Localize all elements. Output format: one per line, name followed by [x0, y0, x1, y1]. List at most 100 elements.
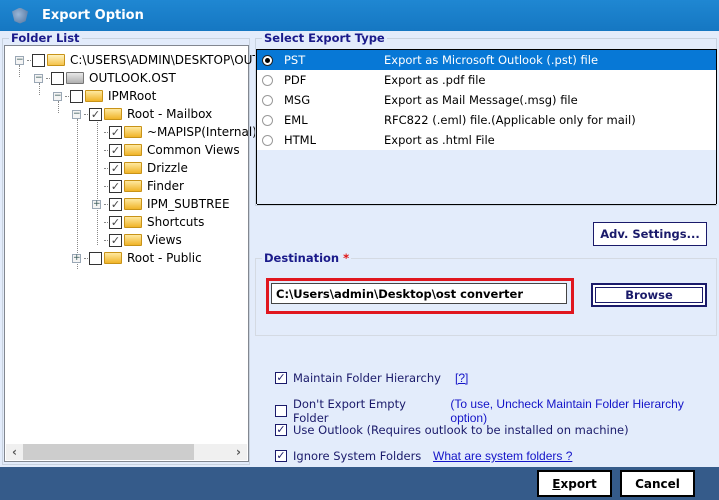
tree-checkbox[interactable]: ✓: [109, 215, 122, 229]
tree-node-outlook-ost[interactable]: − OUTLOOK.OST: [34, 69, 176, 87]
tree-checkbox[interactable]: ✓: [109, 179, 122, 193]
option-dont-export-empty-folder[interactable]: Don't Export Empty Folder (To use, Unche…: [275, 397, 719, 425]
tree-node-shortcuts[interactable]: ✓ Shortcuts: [92, 213, 204, 231]
radio-button[interactable]: [262, 74, 273, 86]
export-description: Export as Microsoft Outlook (.pst) file: [384, 53, 599, 67]
folder-icon: [124, 126, 142, 138]
checkbox-unchecked[interactable]: [275, 405, 287, 417]
tree-node-common-views[interactable]: ✓ Common Views: [92, 141, 240, 159]
export-option-pdf[interactable]: PDF Export as .pdf file: [257, 70, 716, 90]
tree-node-drizzle[interactable]: ✓ Drizzle: [92, 159, 188, 177]
option-use-outlook[interactable]: ✓ Use Outlook (Requires outlook to be in…: [275, 423, 629, 437]
tree-checkbox[interactable]: [32, 53, 45, 67]
checkbox-checked[interactable]: ✓: [275, 372, 287, 384]
tree-guide-line: [77, 119, 78, 269]
tree-node-label: Root - Public: [127, 251, 202, 265]
collapse-icon[interactable]: −: [72, 109, 81, 119]
tree-checkbox[interactable]: ✓: [109, 143, 122, 157]
export-option-msg[interactable]: MSG Export as Mail Message(.msg) file: [257, 90, 716, 110]
folder-icon: [124, 180, 142, 192]
tree-node-label: Root - Mailbox: [127, 107, 213, 121]
option-ignore-system-folders[interactable]: ✓ Ignore System Folders What are system …: [275, 449, 572, 463]
export-button-label: Export: [552, 476, 597, 491]
tree-node-label: IPMRoot: [108, 89, 157, 103]
scroll-left-icon[interactable]: ‹: [6, 445, 23, 459]
folder-icon: [85, 90, 103, 102]
tree-checkbox[interactable]: ✓: [109, 233, 122, 247]
collapse-icon[interactable]: −: [53, 91, 62, 101]
export-option-pst[interactable]: PST Export as Microsoft Outlook (.pst) f…: [257, 50, 716, 70]
tree-node-root[interactable]: − C:\USERS\ADMIN\DESKTOP\OUTL: [15, 51, 266, 69]
browse-button[interactable]: Browse: [591, 283, 707, 307]
export-description: RFC822 (.eml) file.(Applicable only for …: [384, 113, 636, 127]
scroll-track[interactable]: [23, 444, 230, 460]
folder-icon: [124, 162, 142, 174]
export-option-html[interactable]: HTML Export as .html File: [257, 130, 716, 150]
export-code: PST: [284, 53, 306, 67]
folder-tree[interactable]: − C:\USERS\ADMIN\DESKTOP\OUTL − OUTLOOK.…: [4, 45, 266, 462]
radio-button[interactable]: [262, 54, 273, 66]
tree-checkbox[interactable]: [51, 71, 64, 85]
tree-node-label: Views: [147, 233, 182, 247]
tree-checkbox[interactable]: ✓: [109, 125, 122, 139]
tree-checkbox[interactable]: ✓: [109, 197, 122, 211]
tree-node-root-mailbox[interactable]: − ✓ Root - Mailbox: [72, 105, 212, 123]
expand-icon[interactable]: +: [72, 253, 81, 263]
radio-button[interactable]: [262, 94, 273, 106]
scroll-thumb[interactable]: [23, 444, 194, 460]
tree-node-mapisp[interactable]: ✓ ~MAPISP(Internal): [92, 123, 257, 141]
app-shield-icon: [12, 7, 28, 24]
destination-path-input[interactable]: [271, 283, 567, 304]
export-option-eml[interactable]: EML RFC822 (.eml) file.(Applicable only …: [257, 110, 716, 130]
radio-button[interactable]: [262, 134, 273, 146]
scroll-right-icon[interactable]: ›: [230, 445, 247, 459]
checkbox-checked[interactable]: ✓: [275, 424, 287, 436]
horizontal-scrollbar[interactable]: ‹ ›: [6, 444, 247, 460]
help-link[interactable]: [?]: [455, 371, 468, 385]
collapse-icon[interactable]: −: [34, 73, 43, 83]
tree-checkbox[interactable]: ✓: [89, 107, 102, 121]
tree-node-label: ~MAPISP(Internal): [147, 125, 257, 139]
required-marker: *: [343, 251, 350, 265]
folder-icon: [124, 234, 142, 246]
option-maintain-folder-hierarchy[interactable]: ✓ Maintain Folder Hierarchy [?]: [275, 371, 468, 385]
system-folders-help-link[interactable]: What are system folders ?: [433, 449, 572, 463]
option-label: Maintain Folder Hierarchy: [293, 371, 441, 385]
folder-icon: [104, 108, 122, 120]
browse-button-label: Browse: [595, 287, 703, 303]
tree-node-label: OUTLOOK.OST: [89, 71, 176, 85]
option-hint: (To use, Uncheck Maintain Folder Hierarc…: [450, 397, 684, 425]
export-button[interactable]: Export: [537, 470, 612, 497]
window-title: Export Option: [42, 8, 144, 23]
tree-checkbox[interactable]: [70, 89, 83, 103]
destination-label: Destination *: [262, 251, 352, 265]
tree-node-label: Drizzle: [147, 161, 188, 175]
tree-checkbox[interactable]: [89, 251, 102, 265]
export-type-group: Select Export Type PST Export as Microso…: [255, 31, 717, 206]
export-description: Export as .pdf file: [384, 73, 486, 87]
export-code: PDF: [284, 73, 307, 87]
tree-node-root-public[interactable]: + Root - Public: [72, 249, 202, 267]
radio-button[interactable]: [262, 114, 273, 126]
collapse-icon[interactable]: −: [15, 55, 24, 65]
export-type-label: Select Export Type: [262, 31, 387, 45]
export-description: Export as .html File: [384, 133, 495, 147]
tree-checkbox[interactable]: ✓: [109, 161, 122, 175]
export-type-list[interactable]: PST Export as Microsoft Outlook (.pst) f…: [256, 49, 717, 205]
tree-node-ipmroot[interactable]: − IPMRoot: [53, 87, 156, 105]
tree-node-views[interactable]: ✓ Views: [92, 231, 182, 249]
folder-icon: [124, 198, 142, 210]
adv-settings-button[interactable]: Adv. Settings...: [593, 222, 707, 246]
folder-icon: [124, 144, 142, 156]
tree-node-label: Shortcuts: [147, 215, 205, 229]
tree-node-label: IPM_SUBTREE: [147, 197, 230, 211]
cancel-button[interactable]: Cancel: [620, 470, 695, 497]
tree-node-ipm-subtree[interactable]: + ✓ IPM_SUBTREE: [92, 195, 230, 213]
option-label: Use Outlook (Requires outlook to be inst…: [293, 423, 629, 437]
export-list-empty-area: [257, 150, 716, 205]
tree-node-label: Common Views: [147, 143, 240, 157]
tree-node-finder[interactable]: ✓ Finder: [92, 177, 184, 195]
folder-icon: [104, 252, 122, 264]
expand-icon[interactable]: +: [92, 199, 101, 209]
checkbox-checked[interactable]: ✓: [275, 450, 287, 462]
